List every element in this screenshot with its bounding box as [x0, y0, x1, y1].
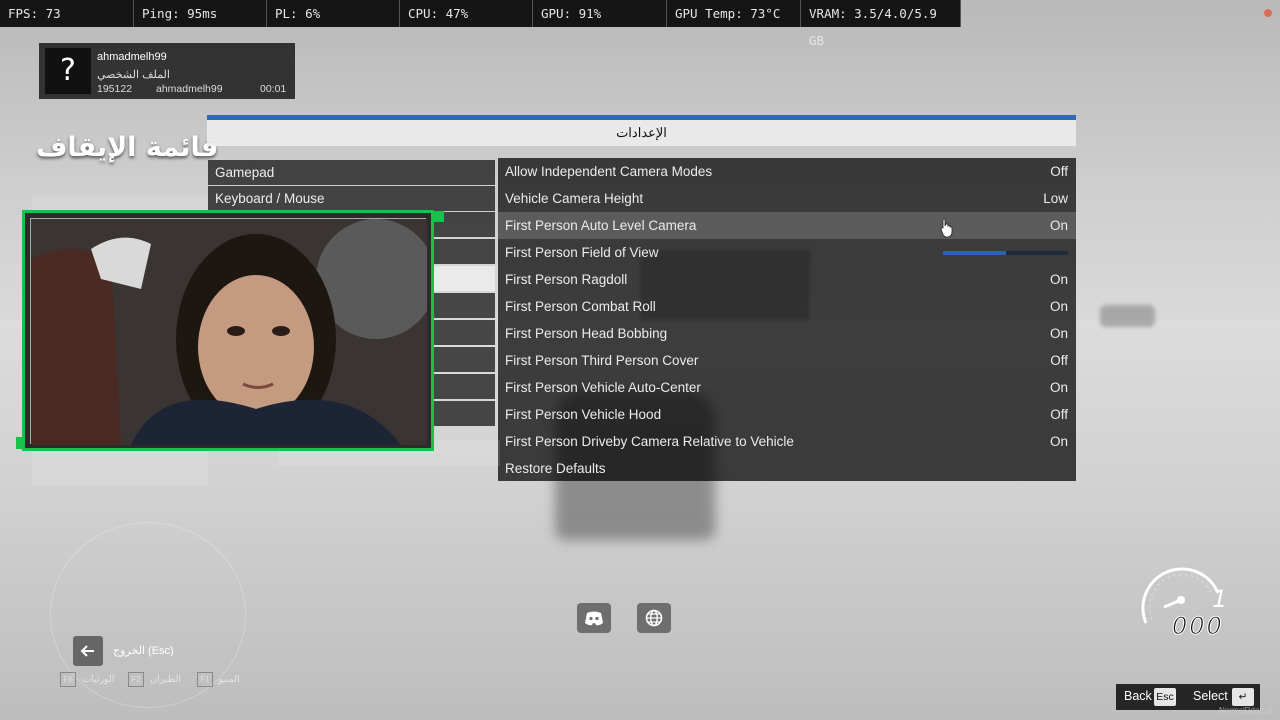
function-key-label: المنيو — [218, 674, 240, 685]
avatar: ? — [45, 48, 91, 94]
setting-label: First Person Third Person Cover — [505, 353, 699, 368]
globe-icon — [645, 609, 663, 627]
setting-row[interactable]: First Person Vehicle Auto-Center On — [498, 374, 1076, 401]
fov-slider-fill — [943, 251, 1006, 255]
setting-label: Allow Independent Camera Modes — [505, 164, 713, 179]
setting-label: First Person Head Bobbing — [505, 326, 668, 341]
gear-indicator: 1 — [1212, 585, 1228, 613]
setting-row[interactable]: First Person Head Bobbing On — [498, 320, 1076, 347]
back-hint-label[interactable]: Back — [1124, 689, 1152, 703]
stat-gpu-temp: GPU Temp: 73°C — [667, 0, 801, 27]
setting-row[interactable]: First Person Ragdoll On — [498, 266, 1076, 293]
setting-value: On — [1049, 434, 1068, 449]
performance-stats-bar: FPS: 73 Ping: 95ms PL: 6% CPU: 47% GPU: … — [0, 0, 961, 48]
setting-row[interactable]: Allow Independent Camera Modes Off — [498, 158, 1076, 185]
setting-value: Off — [1050, 164, 1068, 179]
setting-label: First Person Field of View — [505, 245, 659, 260]
setting-label: First Person Vehicle Hood — [505, 407, 662, 422]
setting-label: First Person Ragdoll — [505, 272, 628, 287]
setting-row[interactable]: First Person Combat Roll On — [498, 293, 1076, 320]
setting-label: Vehicle Camera Height — [505, 191, 644, 206]
setting-row[interactable]: Vehicle Camera Height Low — [498, 185, 1076, 212]
stat-fps: FPS: 73 — [0, 0, 134, 27]
setting-value: On — [1049, 299, 1068, 314]
watermark: NormalRdoc.el — [1219, 706, 1272, 715]
minimap-ring — [50, 522, 246, 708]
function-key[interactable]: F1 — [197, 672, 213, 687]
mouse-cursor-icon — [940, 218, 953, 238]
fivem-logo-icon — [1264, 9, 1272, 17]
setting-row[interactable]: First Person Vehicle Hood Off — [498, 401, 1076, 428]
back-arrow-icon — [80, 645, 94, 657]
client-version-tag: FiveM* (b2372) — [1186, 7, 1272, 19]
session-time: 00:01 — [260, 83, 287, 95]
stat-vram: VRAM: 3.5/4.0/5.9 GB — [801, 0, 961, 48]
restore-defaults-button[interactable]: Restore Defaults — [498, 455, 1076, 482]
player-id: 195122 — [97, 83, 133, 95]
function-key-label: الورتيات — [82, 674, 115, 685]
webcam-overlay — [22, 210, 434, 451]
stat-ping: Ping: 95ms — [134, 0, 267, 27]
distant-car — [1100, 305, 1155, 327]
function-key-label: الطيران — [150, 674, 182, 685]
category-gamepad[interactable]: Gamepad — [208, 160, 495, 185]
website-button[interactable] — [637, 603, 671, 633]
discord-button[interactable] — [577, 603, 611, 633]
settings-header: الإعدادات — [207, 120, 1076, 146]
enter-key-icon: ↵ — [1232, 688, 1254, 706]
select-hint-label[interactable]: Select — [1193, 689, 1228, 703]
webcam-feed — [30, 218, 431, 445]
player-profile-card[interactable]: ? ahmadmelh99 الملف الشخصي 195122 ahmadm… — [39, 43, 295, 99]
stat-packet-loss: PL: 6% — [267, 0, 400, 27]
pause-menu-title: قائمة الإيقاف — [36, 132, 219, 163]
function-key[interactable]: F6 — [60, 672, 76, 687]
setting-label: First Person Driveby Camera Relative to … — [505, 434, 794, 449]
esc-key: Esc — [1154, 688, 1176, 706]
setting-label: First Person Vehicle Auto-Center — [505, 380, 701, 395]
setting-value: Off — [1050, 407, 1068, 422]
setting-value: On — [1049, 380, 1068, 395]
webcam-frame-marker — [433, 211, 444, 222]
setting-row[interactable]: First Person Field of View — [498, 239, 1076, 266]
exit-button[interactable] — [73, 636, 103, 666]
profile-username: ahmadmelh99 — [97, 51, 167, 63]
exit-label: الخروج (Esc) — [113, 645, 174, 657]
setting-value: On — [1049, 272, 1068, 287]
settings-list: Allow Independent Camera Modes Off Vehic… — [498, 158, 1076, 481]
setting-row[interactable]: First Person Third Person Cover Off — [498, 347, 1076, 374]
function-key[interactable]: F2 — [128, 672, 144, 687]
stat-cpu: CPU: 47% — [400, 0, 533, 27]
setting-label: First Person Combat Roll — [505, 299, 656, 314]
setting-label: First Person Auto Level Camera — [505, 218, 697, 233]
setting-label: Restore Defaults — [505, 461, 606, 476]
setting-value: Low — [1043, 191, 1068, 206]
fov-slider[interactable] — [943, 251, 1068, 255]
setting-value: On — [1049, 326, 1068, 341]
discord-icon — [585, 611, 603, 626]
category-keyboard-mouse[interactable]: Keyboard / Mouse — [208, 186, 495, 211]
speed-readout: 000 — [1172, 612, 1224, 641]
profile-label: الملف الشخصي — [97, 69, 170, 81]
setting-value: Off — [1050, 353, 1068, 368]
setting-row[interactable]: First Person Driveby Camera Relative to … — [498, 428, 1076, 455]
stat-gpu: GPU: 91% — [533, 0, 667, 27]
setting-row-selected[interactable]: First Person Auto Level Camera On — [498, 212, 1076, 239]
webcam-person-image — [31, 219, 431, 445]
player-name: ahmadmelh99 — [156, 83, 223, 95]
webcam-frame-marker — [16, 437, 23, 449]
setting-value: On — [1049, 218, 1068, 233]
